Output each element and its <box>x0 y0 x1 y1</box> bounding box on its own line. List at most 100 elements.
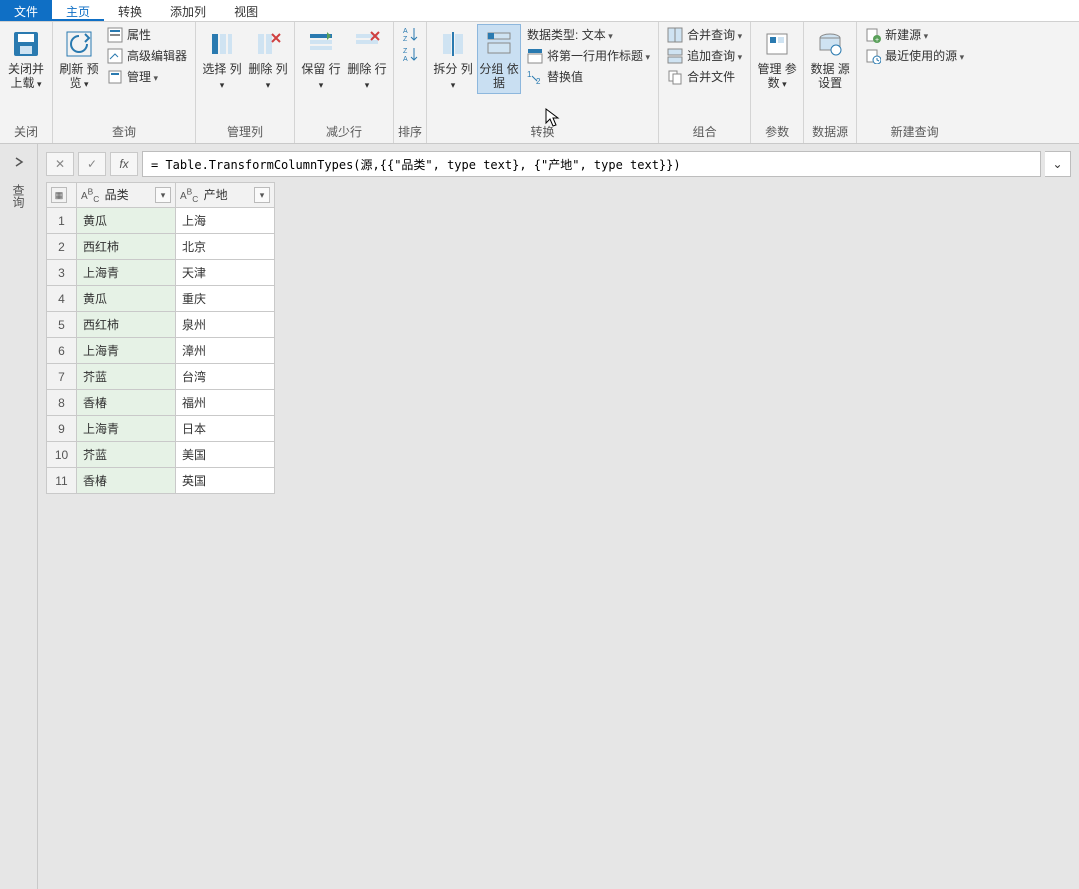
combine-files-button[interactable]: 合并文件 <box>663 66 746 87</box>
row-number[interactable]: 1 <box>47 208 77 234</box>
row-number[interactable]: 6 <box>47 338 77 364</box>
choose-cols-label: 选择 列 <box>202 62 242 92</box>
properties-icon <box>107 27 123 43</box>
first-row-label: 将第一行用作标题 <box>547 47 650 64</box>
formula-confirm-button[interactable]: ✓ <box>78 152 106 176</box>
row-number[interactable]: 8 <box>47 390 77 416</box>
cell[interactable]: 重庆 <box>176 286 275 312</box>
cell[interactable]: 泉州 <box>176 312 275 338</box>
cell[interactable]: 天津 <box>176 260 275 286</box>
cell[interactable]: 西红柿 <box>77 312 176 338</box>
properties-button[interactable]: 属性 <box>103 24 191 45</box>
formula-cancel-button[interactable]: ✕ <box>46 152 74 176</box>
cell[interactable]: 北京 <box>176 234 275 260</box>
expand-queries-button[interactable] <box>5 150 33 174</box>
cell[interactable]: 西红柿 <box>77 234 176 260</box>
datasource-settings-button[interactable]: 数据 源设置 <box>808 24 852 94</box>
close-icon: ✕ <box>55 157 65 171</box>
cell[interactable]: 日本 <box>176 416 275 442</box>
row-number[interactable]: 5 <box>47 312 77 338</box>
refresh-preview-button[interactable]: 刷新 预览 <box>57 24 101 95</box>
group-manage-cols-title: 管理列 <box>200 121 290 143</box>
table-row[interactable]: 1黄瓜上海 <box>47 208 275 234</box>
tab-file[interactable]: 文件 <box>0 0 52 21</box>
cell[interactable]: 黄瓜 <box>77 286 176 312</box>
row-number[interactable]: 9 <box>47 416 77 442</box>
table-row[interactable]: 7芥蓝台湾 <box>47 364 275 390</box>
new-source-button[interactable]: + 新建源 <box>861 24 968 45</box>
table-row[interactable]: 8香椿福州 <box>47 390 275 416</box>
first-row-header-button[interactable]: 将第一行用作标题 <box>523 45 654 66</box>
replace-icon: 12 <box>527 69 543 85</box>
col-1-filter[interactable]: ▾ <box>254 187 270 203</box>
row-number[interactable]: 7 <box>47 364 77 390</box>
cell[interactable]: 台湾 <box>176 364 275 390</box>
svg-text:A: A <box>403 28 408 35</box>
manage-button[interactable]: 管理 <box>103 66 191 87</box>
merge-queries-button[interactable]: 合并查询 <box>663 24 746 45</box>
table-row[interactable]: 2西红柿北京 <box>47 234 275 260</box>
split-label: 拆分 列 <box>433 62 473 92</box>
sort-asc-button[interactable]: AZ <box>398 24 422 44</box>
keep-rows-button[interactable]: 保留 行 <box>299 24 343 96</box>
choose-columns-button[interactable]: 选择 列 <box>200 24 244 96</box>
cell[interactable]: 福州 <box>176 390 275 416</box>
row-number[interactable]: 11 <box>47 468 77 494</box>
cell[interactable]: 黄瓜 <box>77 208 176 234</box>
sort-desc-button[interactable]: ZA <box>398 44 422 64</box>
table-row[interactable]: 4黄瓜重庆 <box>47 286 275 312</box>
tab-view[interactable]: 视图 <box>220 0 272 21</box>
col-header-1[interactable]: ABC 产地 ▾ <box>176 183 275 208</box>
append-queries-button[interactable]: 追加查询 <box>663 45 746 66</box>
grid-corner[interactable]: ▦ <box>47 183 77 208</box>
remove-rows-button[interactable]: 删除 行 <box>345 24 389 96</box>
cell[interactable]: 芥蓝 <box>77 442 176 468</box>
cell[interactable]: 上海青 <box>77 338 176 364</box>
table-row[interactable]: 3上海青天津 <box>47 260 275 286</box>
row-number[interactable]: 3 <box>47 260 77 286</box>
cell[interactable]: 香椿 <box>77 468 176 494</box>
manage-params-button[interactable]: 管理 参数 <box>755 24 799 95</box>
merge-label: 合并查询 <box>687 26 742 43</box>
remove-columns-button[interactable]: 删除 列 <box>246 24 290 96</box>
rail-label: 查询 <box>10 184 27 208</box>
cell[interactable]: 美国 <box>176 442 275 468</box>
cell[interactable]: 芥蓝 <box>77 364 176 390</box>
tab-transform[interactable]: 转换 <box>104 0 156 21</box>
replace-values-button[interactable]: 12 替换值 <box>523 66 654 87</box>
cell[interactable]: 上海青 <box>77 416 176 442</box>
cell[interactable]: 上海 <box>176 208 275 234</box>
col-header-0[interactable]: ABC 品类 ▾ <box>77 183 176 208</box>
remove-cols-icon <box>252 28 284 60</box>
group-by-button[interactable]: 分组 依据 <box>477 24 521 94</box>
table-row[interactable]: 10芥蓝美国 <box>47 442 275 468</box>
row-number[interactable]: 10 <box>47 442 77 468</box>
cell[interactable]: 香椿 <box>77 390 176 416</box>
formula-input[interactable] <box>142 151 1041 177</box>
datatype-label: 数据类型: 文本 <box>527 26 613 43</box>
group-newquery: + 新建源 最近使用的源 新建查询 <box>857 22 972 143</box>
recent-sources-button[interactable]: 最近使用的源 <box>861 45 968 66</box>
tab-add-column[interactable]: 添加列 <box>156 0 220 21</box>
table-row[interactable]: 5西红柿泉州 <box>47 312 275 338</box>
refresh-icon <box>63 28 95 60</box>
table-row[interactable]: 11香椿英国 <box>47 468 275 494</box>
formula-expand-button[interactable]: ⌄ <box>1045 151 1071 177</box>
table-row[interactable]: 6上海青漳州 <box>47 338 275 364</box>
row-number[interactable]: 2 <box>47 234 77 260</box>
cell[interactable]: 漳州 <box>176 338 275 364</box>
remove-cols-label: 删除 列 <box>248 62 288 92</box>
split-column-button[interactable]: 拆分 列 <box>431 24 475 96</box>
formula-fx-button[interactable]: fx <box>110 152 138 176</box>
table-row[interactable]: 9上海青日本 <box>47 416 275 442</box>
tab-home[interactable]: 主页 <box>52 0 104 21</box>
col-0-filter[interactable]: ▾ <box>155 187 171 203</box>
adv-editor-button[interactable]: 高级编辑器 <box>103 45 191 66</box>
cell[interactable]: 上海青 <box>77 260 176 286</box>
row-number[interactable]: 4 <box>47 286 77 312</box>
group-reduce-rows-title: 减少行 <box>299 121 389 143</box>
group-combine: 合并查询 追加查询 合并文件 组合 <box>659 22 751 143</box>
close-load-button[interactable]: 关闭并 上载 <box>4 24 48 95</box>
datatype-button[interactable]: 数据类型: 文本 <box>523 24 654 45</box>
cell[interactable]: 英国 <box>176 468 275 494</box>
